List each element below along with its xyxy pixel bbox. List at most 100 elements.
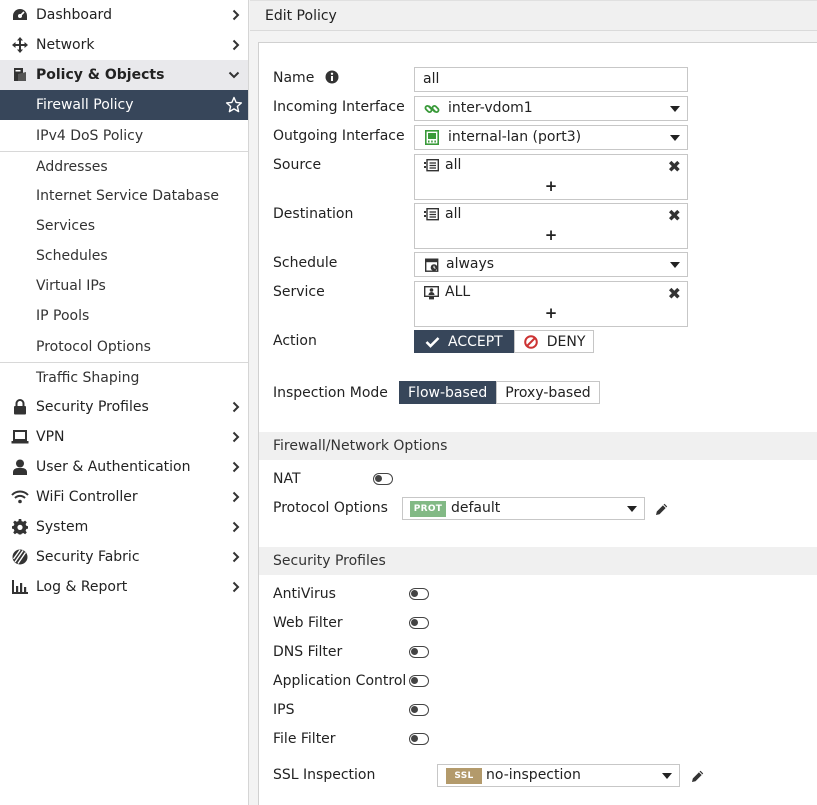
schedule-label: Schedule [273,255,338,271]
name-input[interactable]: all [414,67,688,92]
edit-policy-form: Name all Incoming Interface inter-vdom1 … [258,42,817,805]
nav-label: IP Pools [36,308,90,324]
service-value: ALL [445,284,471,300]
remove-icon[interactable]: ✖ [668,159,681,175]
dns-filter-toggle[interactable] [409,646,429,658]
file-filter-toggle[interactable] [409,733,429,745]
nav-protocol-options[interactable]: Protocol Options [0,331,248,362]
nav-label: Policy & Objects [36,67,165,83]
destination-field[interactable]: all ✖ + [414,203,688,249]
schedule-value: always [446,256,495,272]
incoming-interface-select[interactable]: inter-vdom1 [414,96,688,121]
nav-security-profiles[interactable]: Security Profiles [0,392,248,422]
protocol-options-label: Protocol Options [273,500,388,516]
nav-label: Firewall Policy [36,97,134,113]
source-label: Source [273,157,322,173]
schedule-select[interactable]: always [414,252,688,277]
prot-tag: PROT [410,501,446,517]
flow-based-button[interactable]: Flow-based [399,381,497,404]
antivirus-label: AntiVirus [273,586,336,602]
outgoing-interface-select[interactable]: internal-lan (port3) [414,125,688,150]
application-control-toggle[interactable] [409,675,429,687]
sidebar: Dashboard Network Policy & Objects Firew… [0,0,249,805]
chevron-right-icon [232,0,240,30]
outgoing-interface-label: Outgoing Interface [273,128,405,144]
nav-label: Dashboard [36,7,112,23]
nav-virtual-ips[interactable]: Virtual IPs [0,271,248,301]
nav-label: WiFi Controller [36,489,138,505]
ssl-inspection-select[interactable]: SSL no-inspection [437,764,680,787]
nav-label: Schedules [36,248,108,264]
security-fabric-icon [10,549,30,565]
action-toggle-group: ACCEPT DENY [414,330,595,353]
nav-label: Addresses [36,158,108,175]
user-icon [10,459,30,475]
nav-network[interactable]: Network [0,30,248,60]
chevron-right-icon [232,392,240,422]
add-destination-button[interactable]: + [415,226,687,244]
name-input-value: all [423,71,440,87]
info-icon[interactable] [325,70,339,88]
caret-down-icon [670,106,680,112]
ips-toggle[interactable] [409,704,429,716]
nav-label: Internet Service Database [36,188,220,204]
source-field[interactable]: all ✖ + [414,154,688,200]
remove-icon[interactable]: ✖ [668,208,681,224]
chevron-right-icon [232,572,240,602]
service-field[interactable]: ALL ✖ + [414,281,688,327]
antivirus-toggle[interactable] [409,588,429,600]
lock-icon [10,399,30,415]
section-title: Firewall/Network Options [273,438,448,454]
nav-services[interactable]: Services [0,211,248,241]
nav-ipv4-dos-policy[interactable]: IPv4 DoS Policy [0,120,248,151]
nav-log-report[interactable]: Log & Report [0,572,248,602]
nat-toggle[interactable] [373,473,393,485]
protocol-options-select[interactable]: PROT default [402,497,645,520]
dns-filter-label: DNS Filter [273,644,343,660]
add-service-button[interactable]: + [415,304,687,322]
nav-label: Log & Report [36,579,128,595]
nav-security-fabric[interactable]: Security Fabric [0,542,248,572]
nav-label: Virtual IPs [36,278,106,294]
accept-button[interactable]: ACCEPT [414,330,514,353]
nav-label: User & Authentication [36,459,191,475]
incoming-interface-label: Incoming Interface [273,99,405,115]
action-label: Action [273,333,317,349]
ssl-inspection-value: no-inspection [486,767,581,783]
star-icon[interactable] [225,96,243,118]
proxy-based-button[interactable]: Proxy-based [496,381,600,404]
application-control-label: Application Control [273,673,407,689]
nav-system[interactable]: System [0,512,248,542]
link-icon [424,101,440,121]
nav-label: System [36,519,89,535]
ssl-inspection-label: SSL Inspection [273,767,376,783]
add-source-button[interactable]: + [415,177,687,195]
protocol-options-value: default [451,500,501,516]
nav-schedules[interactable]: Schedules [0,241,248,271]
nav-addresses[interactable]: Addresses [0,151,248,181]
nav-wifi-controller[interactable]: WiFi Controller [0,482,248,512]
nav-policy-objects[interactable]: Policy & Objects [0,60,248,90]
nav-vpn[interactable]: VPN [0,422,248,452]
nav-ip-pools[interactable]: IP Pools [0,301,248,331]
pencil-icon[interactable] [691,769,705,787]
proxy-based-label: Proxy-based [505,384,591,401]
web-filter-toggle[interactable] [409,617,429,629]
nav-dashboard[interactable]: Dashboard [0,0,248,30]
chevron-right-icon [232,422,240,452]
main-content: Edit Policy Name all Incoming Interface … [250,0,817,805]
nav-label: Services [36,218,96,234]
chevron-right-icon [232,482,240,512]
remove-icon[interactable]: ✖ [668,286,681,302]
nav-firewall-policy[interactable]: Firewall Policy [0,90,248,120]
deny-button[interactable]: DENY [513,330,595,353]
pencil-icon[interactable] [655,502,669,520]
nav-user-authentication[interactable]: User & Authentication [0,452,248,482]
nav-label: VPN [36,429,65,445]
laptop-icon [10,430,30,444]
chevron-right-icon [232,452,240,482]
nav-traffic-shaping[interactable]: Traffic Shaping [0,362,248,392]
outgoing-interface-value: internal-lan (port3) [448,129,582,145]
inspection-mode-label: Inspection Mode [273,385,388,401]
nav-internet-service-database[interactable]: Internet Service Database [0,181,248,211]
